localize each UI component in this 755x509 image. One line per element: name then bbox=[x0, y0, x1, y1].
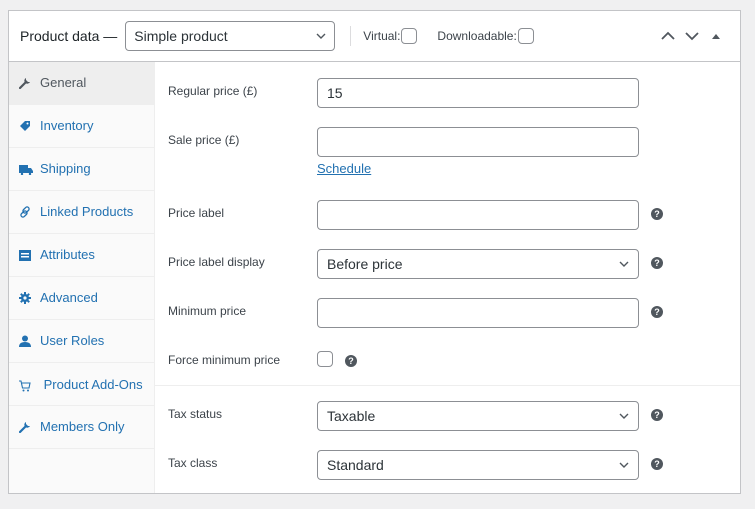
virtual-checkbox[interactable] bbox=[401, 28, 418, 44]
general-panel: Regular price (£) 15 Sale price (£) Sche… bbox=[155, 62, 740, 493]
chevron-up-icon bbox=[661, 31, 675, 40]
tax-class-value: Standard bbox=[327, 457, 384, 473]
tab-shipping[interactable]: Shipping bbox=[9, 148, 154, 191]
force-minimum-price-label: Force minimum price bbox=[168, 353, 281, 367]
help-icon[interactable]: ? bbox=[651, 458, 663, 470]
minimum-price-label: Minimum price bbox=[168, 304, 247, 318]
tab-user-roles[interactable]: User Roles bbox=[9, 320, 154, 363]
downloadable-label: Downloadable: bbox=[437, 29, 517, 43]
chevron-down-icon bbox=[619, 261, 629, 267]
collapse-toggle-button[interactable] bbox=[704, 32, 728, 40]
section-divider bbox=[155, 385, 740, 386]
product-data-panel: Product data — Simple product Virtual: D… bbox=[8, 10, 741, 494]
tax-class-select[interactable]: Standard bbox=[317, 450, 639, 480]
help-icon[interactable]: ? bbox=[651, 257, 663, 269]
header-separator bbox=[350, 26, 352, 46]
virtual-label: Virtual: bbox=[363, 29, 401, 43]
chevron-down-icon bbox=[619, 413, 629, 419]
move-down-button[interactable] bbox=[680, 31, 704, 41]
product-type-value: Simple product bbox=[134, 28, 228, 44]
panel-title: Product data — bbox=[20, 28, 118, 44]
link-icon bbox=[19, 203, 40, 221]
sale-price-label: Sale price (£) bbox=[168, 133, 240, 147]
product-data-tabs: General Inventory Shipping Linked Produc… bbox=[9, 62, 155, 493]
tab-label: Shipping bbox=[40, 161, 91, 176]
schedule-link[interactable]: Schedule bbox=[317, 161, 371, 176]
gear-icon bbox=[19, 289, 40, 307]
tab-label: Members Only bbox=[40, 419, 125, 434]
chevron-down-icon bbox=[685, 32, 699, 41]
move-up-button[interactable] bbox=[656, 31, 680, 41]
virtual-option[interactable]: Virtual: bbox=[363, 28, 418, 44]
tab-attributes[interactable]: Attributes bbox=[9, 234, 154, 277]
chevron-down-icon bbox=[619, 462, 629, 468]
regular-price-value: 15 bbox=[327, 85, 343, 101]
user-icon bbox=[19, 332, 40, 350]
force-minimum-price-checkbox[interactable] bbox=[317, 351, 333, 367]
sale-price-input[interactable] bbox=[317, 127, 639, 157]
wrench-icon bbox=[19, 74, 40, 92]
help-icon[interactable]: ? bbox=[651, 208, 663, 220]
help-icon[interactable]: ? bbox=[651, 409, 663, 421]
list-card-icon bbox=[19, 246, 40, 264]
price-label-display-label: Price label display bbox=[168, 255, 265, 269]
tab-advanced[interactable]: Advanced bbox=[9, 277, 154, 320]
tab-label: Product Add-Ons bbox=[43, 377, 143, 392]
tab-general[interactable]: General bbox=[9, 62, 154, 105]
tax-status-label: Tax status bbox=[168, 407, 223, 421]
triangle-up-icon bbox=[712, 34, 720, 39]
tab-inventory[interactable]: Inventory bbox=[9, 105, 154, 148]
tax-status-select[interactable]: Taxable bbox=[317, 401, 639, 431]
panel-header: Product data — Simple product Virtual: D… bbox=[9, 11, 740, 62]
help-icon[interactable]: ? bbox=[651, 306, 663, 318]
downloadable-option[interactable]: Downloadable: bbox=[437, 28, 534, 44]
tab-members-only[interactable]: Members Only bbox=[9, 406, 154, 449]
chevron-down-icon bbox=[316, 33, 326, 39]
tab-label: General bbox=[40, 75, 87, 90]
wrench-icon bbox=[19, 418, 40, 436]
price-label-display-value: Before price bbox=[327, 256, 403, 272]
regular-price-input[interactable]: 15 bbox=[317, 78, 639, 108]
downloadable-checkbox[interactable] bbox=[517, 28, 534, 44]
tab-label: Attributes bbox=[40, 247, 95, 262]
tab-label: Linked Products bbox=[40, 204, 134, 219]
tax-status-value: Taxable bbox=[327, 408, 376, 424]
regular-price-label: Regular price (£) bbox=[168, 84, 258, 98]
product-type-select[interactable]: Simple product bbox=[125, 21, 336, 51]
panel-actions bbox=[656, 31, 728, 41]
price-label-display-select[interactable]: Before price bbox=[317, 249, 639, 279]
tax-class-label: Tax class bbox=[168, 456, 218, 470]
help-icon[interactable]: ? bbox=[345, 355, 357, 367]
price-label-label: Price label bbox=[168, 206, 225, 220]
tab-linked-products[interactable]: Linked Products bbox=[9, 191, 154, 234]
truck-icon bbox=[19, 160, 40, 178]
tab-product-add-ons[interactable]: Product Add-Ons bbox=[9, 363, 154, 406]
price-label-input[interactable] bbox=[317, 200, 639, 230]
minimum-price-input[interactable] bbox=[317, 298, 639, 328]
tab-label: Advanced bbox=[40, 290, 98, 305]
cart-icon bbox=[19, 377, 40, 395]
tab-label: Inventory bbox=[40, 118, 94, 133]
tag-icon bbox=[19, 117, 40, 135]
tab-label: User Roles bbox=[40, 333, 105, 348]
